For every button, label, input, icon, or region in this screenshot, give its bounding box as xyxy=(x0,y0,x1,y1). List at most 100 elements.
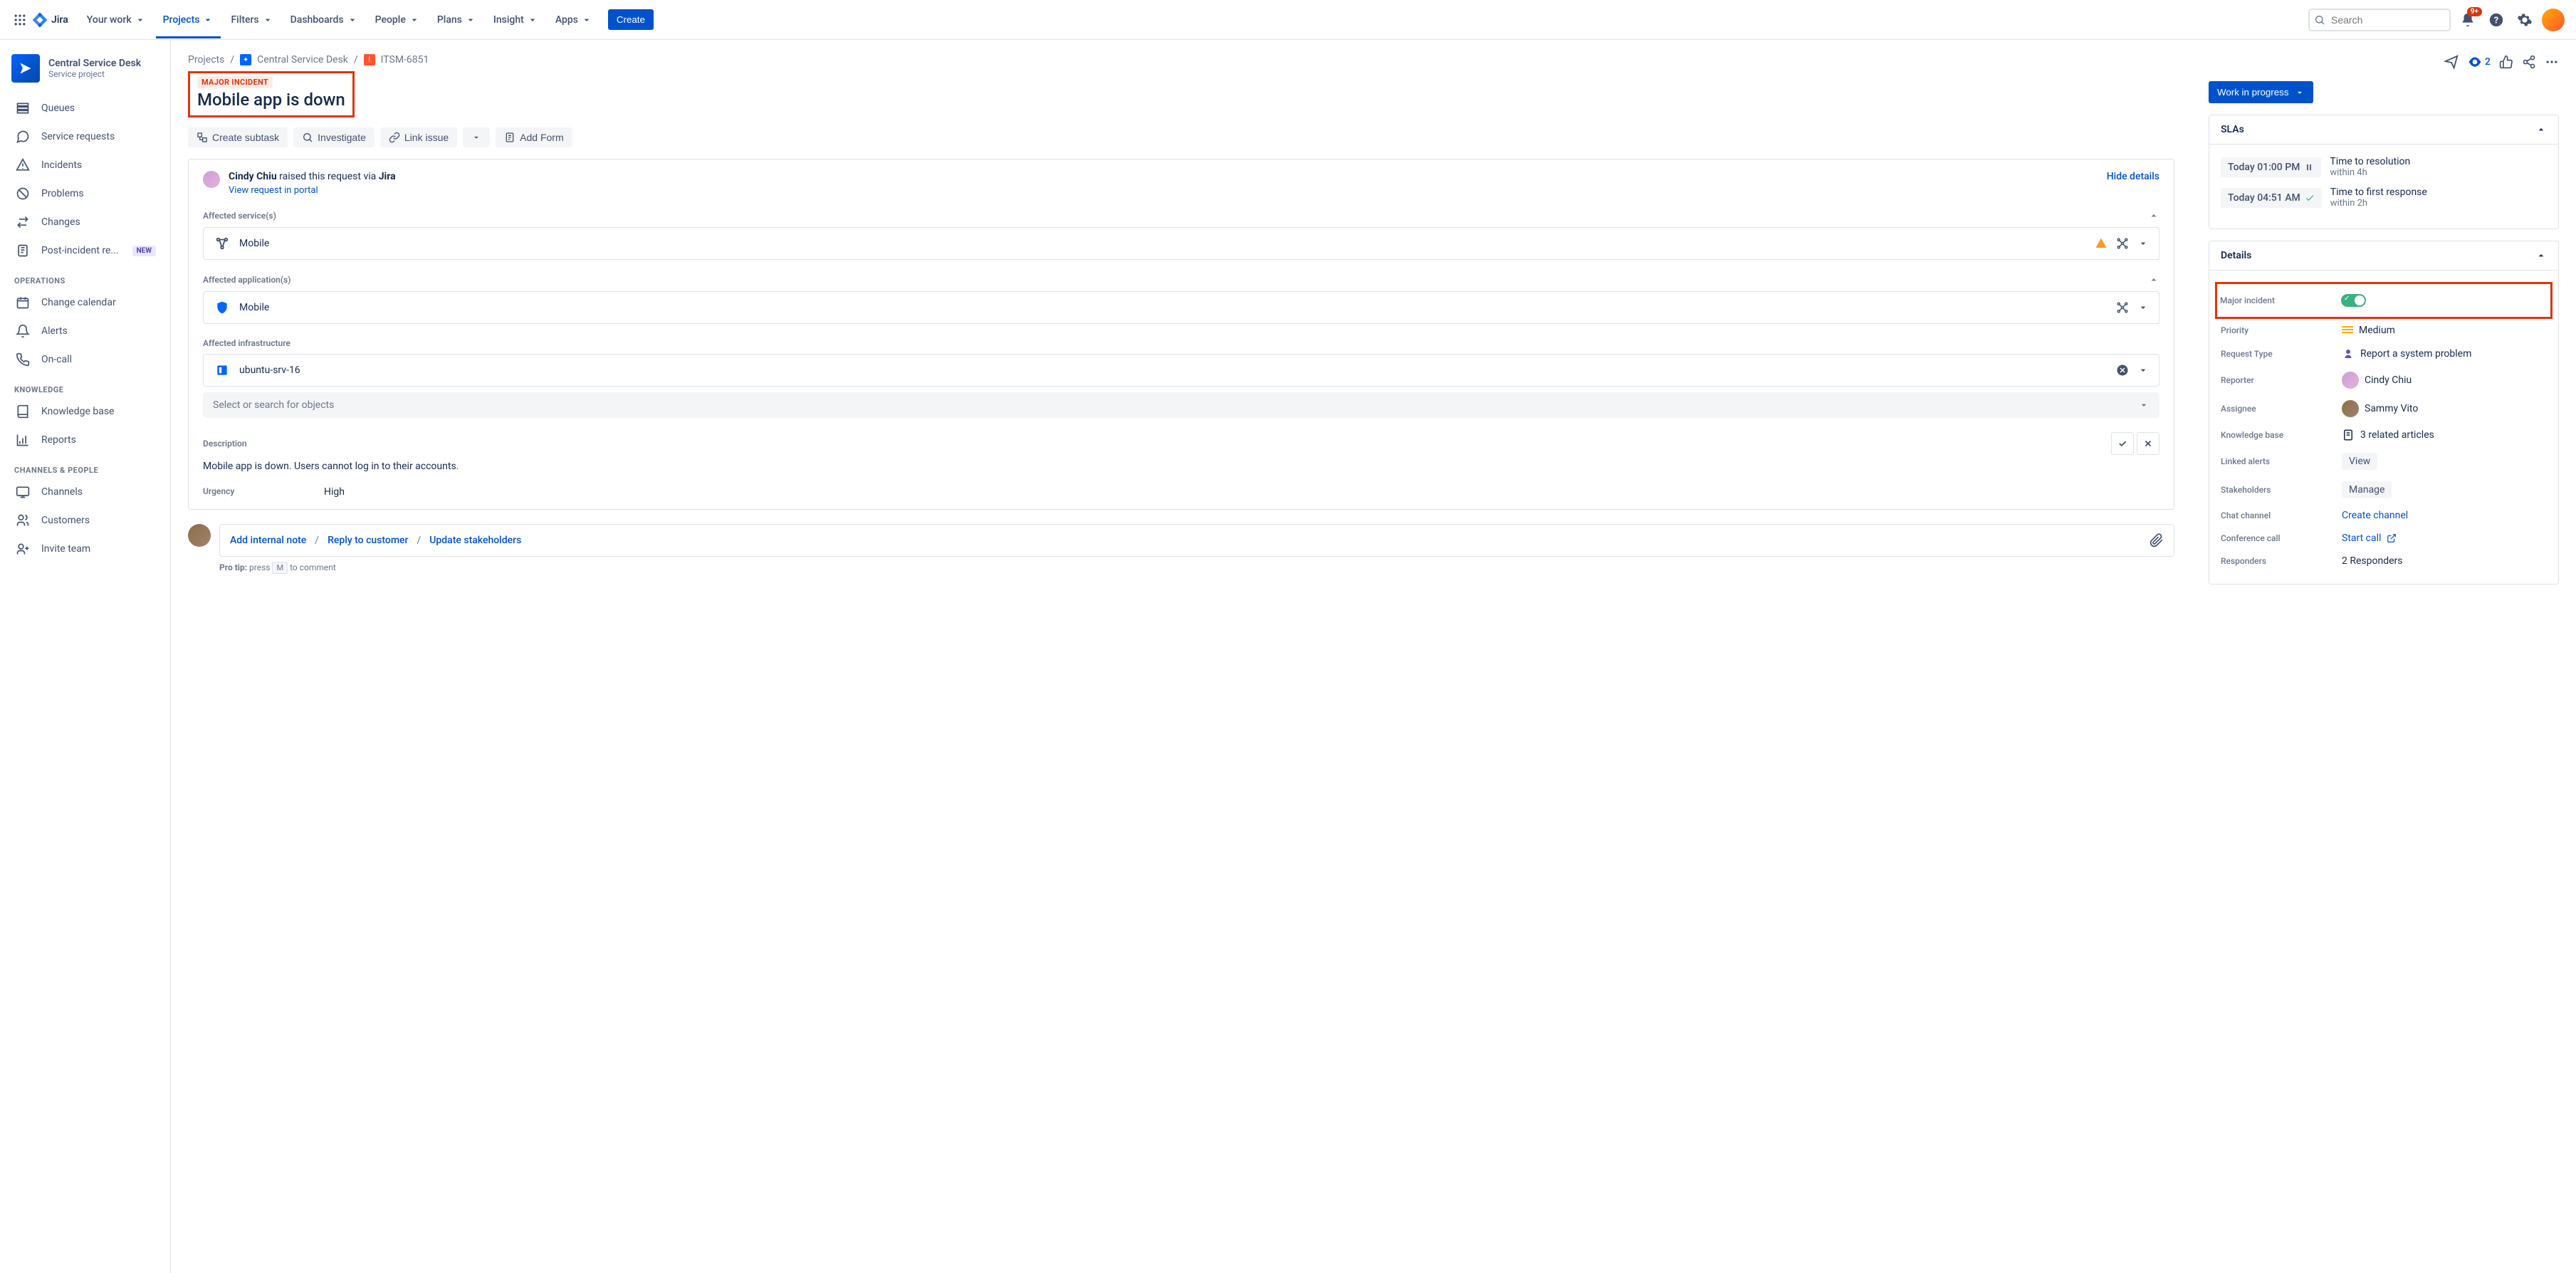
sidebar-item-problems[interactable]: Problems xyxy=(6,179,164,208)
sidebar-item-knowledge-base[interactable]: Knowledge base xyxy=(6,397,164,426)
assignee-label: Assignee xyxy=(2221,404,2342,414)
manage-stakeholders-button[interactable]: Manage xyxy=(2342,481,2392,498)
sidebar-item-post-incident[interactable]: Post-incident re...NEW xyxy=(6,236,164,265)
help-icon[interactable]: ? xyxy=(2485,9,2508,31)
investigate-button[interactable]: Investigate xyxy=(293,127,375,147)
collapse-icon[interactable] xyxy=(2148,274,2159,285)
reporter-label: Reporter xyxy=(2221,375,2342,385)
calendar-icon xyxy=(14,294,31,311)
view-request-link[interactable]: View request in portal xyxy=(229,185,318,196)
sidebar-group-operations: OPERATIONS xyxy=(6,265,164,288)
confirm-button[interactable] xyxy=(2111,432,2134,455)
breadcrumb-projects[interactable]: Projects xyxy=(188,54,224,66)
urgency-value[interactable]: High xyxy=(324,486,345,498)
watchers-button[interactable]: 2 xyxy=(2468,54,2491,70)
remove-icon[interactable] xyxy=(2116,364,2129,377)
link-issue-dropdown[interactable] xyxy=(463,127,490,147)
jira-logo[interactable]: Jira xyxy=(31,11,68,28)
reporter-value[interactable]: Cindy Chiu xyxy=(2342,372,2412,389)
search-input[interactable] xyxy=(2308,9,2451,31)
update-stakeholders-tab[interactable]: Update stakeholders xyxy=(429,535,521,546)
chevron-down-icon[interactable] xyxy=(2137,302,2149,313)
description-text[interactable]: Mobile app is down. Users cannot log in … xyxy=(203,461,2159,472)
like-icon[interactable] xyxy=(2499,54,2513,70)
sla-response-label: Time to first response xyxy=(2330,187,2427,198)
knowledge-base-label: Knowledge base xyxy=(2221,430,2342,440)
infra-value: ubuntu-srv-16 xyxy=(239,365,300,376)
sidebar-item-queues[interactable]: Queues xyxy=(6,94,164,122)
affected-infra-field[interactable]: ubuntu-srv-16 xyxy=(203,354,2159,387)
nav-projects[interactable]: Projects xyxy=(156,1,221,38)
profile-avatar[interactable] xyxy=(2542,9,2565,31)
assignee-avatar xyxy=(2342,400,2359,417)
request-type-value[interactable]: Report a system problem xyxy=(2342,347,2471,360)
status-button[interactable]: Work in progress xyxy=(2209,81,2313,103)
sidebar-item-on-call[interactable]: On-call xyxy=(6,345,164,374)
sidebar-item-service-requests[interactable]: Service requests xyxy=(6,122,164,151)
sidebar-item-reports[interactable]: Reports xyxy=(6,426,164,454)
nav-dashboards[interactable]: Dashboards xyxy=(283,10,365,30)
affected-apps-label: Affected application(s) xyxy=(203,275,290,285)
responders-value[interactable]: 2 Responders xyxy=(2342,555,2402,567)
global-search[interactable] xyxy=(2308,9,2451,31)
chat-channel-label: Chat channel xyxy=(2221,510,2342,520)
settings-icon[interactable] xyxy=(2513,9,2536,31)
sidebar-item-customers[interactable]: Customers xyxy=(6,506,164,535)
share-icon[interactable] xyxy=(2522,54,2536,70)
priority-value[interactable]: Medium xyxy=(2342,325,2395,336)
app-switcher-icon[interactable] xyxy=(11,11,28,28)
notifications-icon[interactable]: 9+ xyxy=(2456,9,2479,31)
project-type-icon: ✦ xyxy=(240,54,251,66)
sidebar-item-invite-team[interactable]: Invite team xyxy=(6,535,164,563)
sidebar-item-changes[interactable]: Changes xyxy=(6,208,164,236)
sidebar-item-incidents[interactable]: Incidents xyxy=(6,151,164,179)
top-navigation: Jira Your work Projects Filters Dashboar… xyxy=(0,0,2576,40)
major-incident-toggle[interactable] xyxy=(2341,294,2366,307)
collapse-icon[interactable] xyxy=(2148,210,2159,221)
requester-avatar xyxy=(203,171,220,188)
breadcrumb-key[interactable]: ITSM-6851 xyxy=(381,54,429,66)
topology-icon[interactable] xyxy=(2116,301,2129,314)
sidebar-item-alerts[interactable]: Alerts xyxy=(6,317,164,345)
nav-apps[interactable]: Apps xyxy=(548,10,600,30)
topology-icon[interactable] xyxy=(2116,237,2129,250)
add-internal-note-tab[interactable]: Add internal note xyxy=(230,535,306,546)
nav-plans[interactable]: Plans xyxy=(430,10,483,30)
create-subtask-button[interactable]: Create subtask xyxy=(188,127,288,147)
nav-insight[interactable]: Insight xyxy=(486,10,545,30)
slas-panel-header[interactable]: SLAs xyxy=(2209,115,2558,145)
affected-service-field[interactable]: Mobile xyxy=(203,227,2159,260)
reply-customer-tab[interactable]: Reply to customer xyxy=(328,535,408,546)
issue-title[interactable]: Mobile app is down xyxy=(197,90,345,110)
hide-details-link[interactable]: Hide details xyxy=(2107,171,2159,182)
assignee-value[interactable]: Sammy Vito xyxy=(2342,400,2418,417)
chevron-down-icon[interactable] xyxy=(2137,365,2149,376)
feedback-icon[interactable] xyxy=(2444,54,2459,70)
issue-type-icon: ! xyxy=(364,54,375,66)
attachment-icon[interactable] xyxy=(2150,533,2164,548)
view-alerts-button[interactable]: View xyxy=(2342,453,2377,470)
knowledge-base-value[interactable]: 3 related articles xyxy=(2342,429,2434,441)
create-channel-link[interactable]: Create channel xyxy=(2342,510,2408,521)
object-search-field[interactable]: Select or search for objects xyxy=(203,392,2159,418)
request-type-label: Request Type xyxy=(2221,349,2342,359)
comment-box[interactable]: Add internal note / Reply to customer / … xyxy=(219,524,2174,557)
details-panel-header[interactable]: Details xyxy=(2209,241,2558,271)
breadcrumb-project[interactable]: Central Service Desk xyxy=(257,54,348,66)
project-header[interactable]: Central Service Desk Service project xyxy=(6,51,164,94)
cancel-button[interactable] xyxy=(2137,432,2159,455)
nav-people[interactable]: People xyxy=(368,10,427,30)
chevron-down-icon[interactable] xyxy=(2137,238,2149,249)
nav-filters[interactable]: Filters xyxy=(224,10,280,30)
start-call-link[interactable]: Start call xyxy=(2342,533,2397,544)
more-icon[interactable] xyxy=(2545,54,2559,70)
affected-app-field[interactable]: Mobile xyxy=(203,291,2159,324)
link-issue-button[interactable]: Link issue xyxy=(380,127,457,147)
add-form-button[interactable]: Add Form xyxy=(496,127,572,147)
create-button[interactable]: Create xyxy=(608,9,654,30)
bell-icon xyxy=(14,323,31,340)
server-icon xyxy=(214,362,231,379)
sidebar-item-channels[interactable]: Channels xyxy=(6,478,164,506)
nav-your-work[interactable]: Your work xyxy=(80,10,153,30)
sidebar-item-change-calendar[interactable]: Change calendar xyxy=(6,288,164,317)
